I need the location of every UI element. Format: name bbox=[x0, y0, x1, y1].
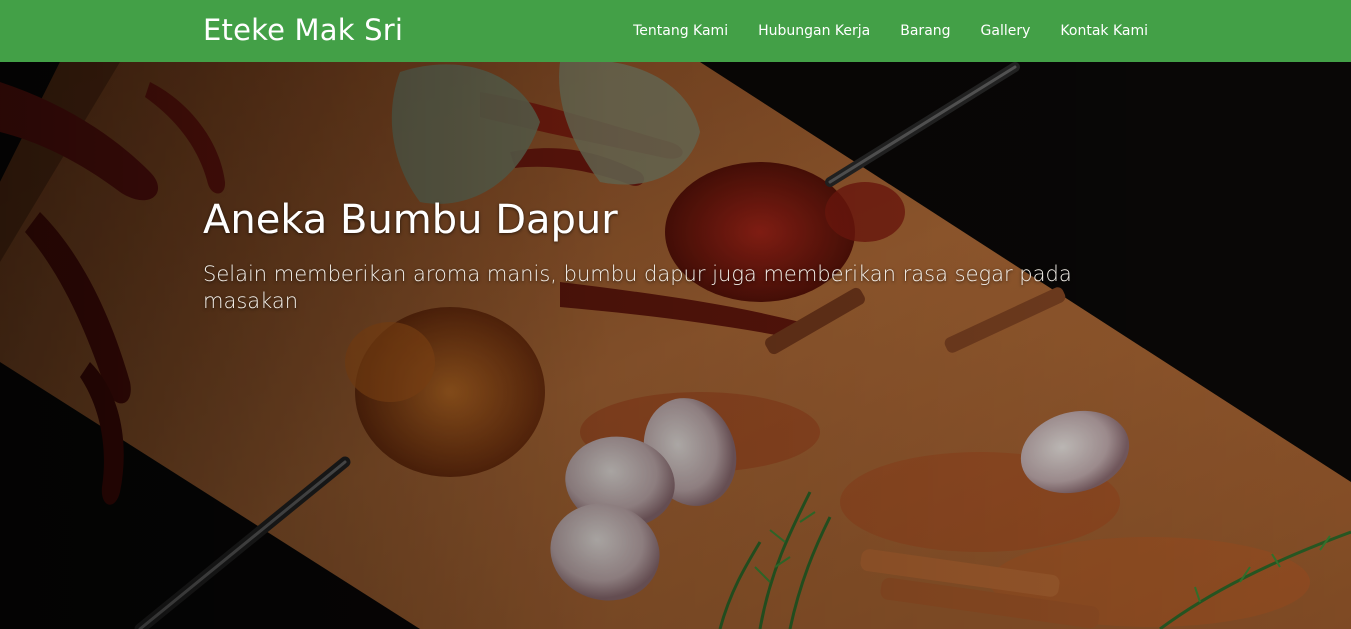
nav-link-barang[interactable]: Barang bbox=[885, 0, 965, 62]
hero-section: Aneka Bumbu Dapur Selain memberikan arom… bbox=[0, 62, 1351, 629]
nav-link-kontak-kami[interactable]: Kontak Kami bbox=[1045, 0, 1148, 62]
nav-item-barang: Barang bbox=[885, 0, 965, 62]
nav-item-hubungan-kerja: Hubungan Kerja bbox=[743, 0, 885, 62]
nav-link-tentang-kami[interactable]: Tentang Kami bbox=[618, 0, 743, 62]
hero-subtitle: Selain memberikan aroma manis, bumbu dap… bbox=[203, 262, 1072, 313]
nav-item-tentang-kami: Tentang Kami bbox=[618, 0, 743, 62]
brand-logo-link[interactable]: Eteke Mak Sri bbox=[203, 12, 403, 48]
hero-overlay bbox=[0, 62, 1351, 629]
nav-menu: Tentang Kami Hubungan Kerja Barang Galle… bbox=[618, 0, 1148, 62]
nav-link-gallery[interactable]: Gallery bbox=[966, 0, 1046, 62]
navbar: Eteke Mak Sri Tentang Kami Hubungan Kerj… bbox=[0, 0, 1351, 62]
nav-item-kontak-kami: Kontak Kami bbox=[1045, 0, 1148, 62]
nav-item-gallery: Gallery bbox=[966, 0, 1046, 62]
hero-title: Aneka Bumbu Dapur bbox=[203, 197, 618, 243]
nav-link-hubungan-kerja[interactable]: Hubungan Kerja bbox=[743, 0, 885, 62]
